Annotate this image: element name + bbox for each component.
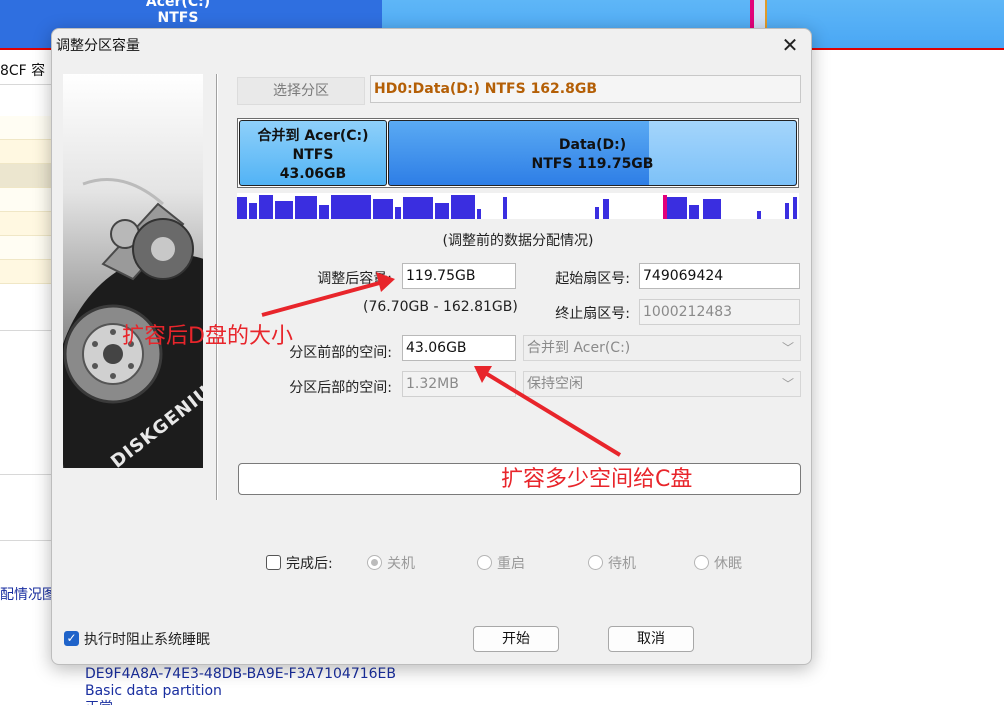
arrow-to-space-before bbox=[485, 372, 622, 457]
arrow-to-capacity bbox=[261, 280, 384, 317]
annotation-space-note: 扩容多少空间给C盘 bbox=[501, 467, 693, 492]
arrow-head bbox=[376, 272, 395, 292]
data-partition-label: Data(D:) bbox=[558, 137, 627, 153]
data-partition-size: NTFS 119.75GB bbox=[531, 156, 654, 172]
annotation-arrows bbox=[261, 272, 622, 457]
annotation-size-note: 扩容后D盘的大小 bbox=[122, 324, 293, 349]
